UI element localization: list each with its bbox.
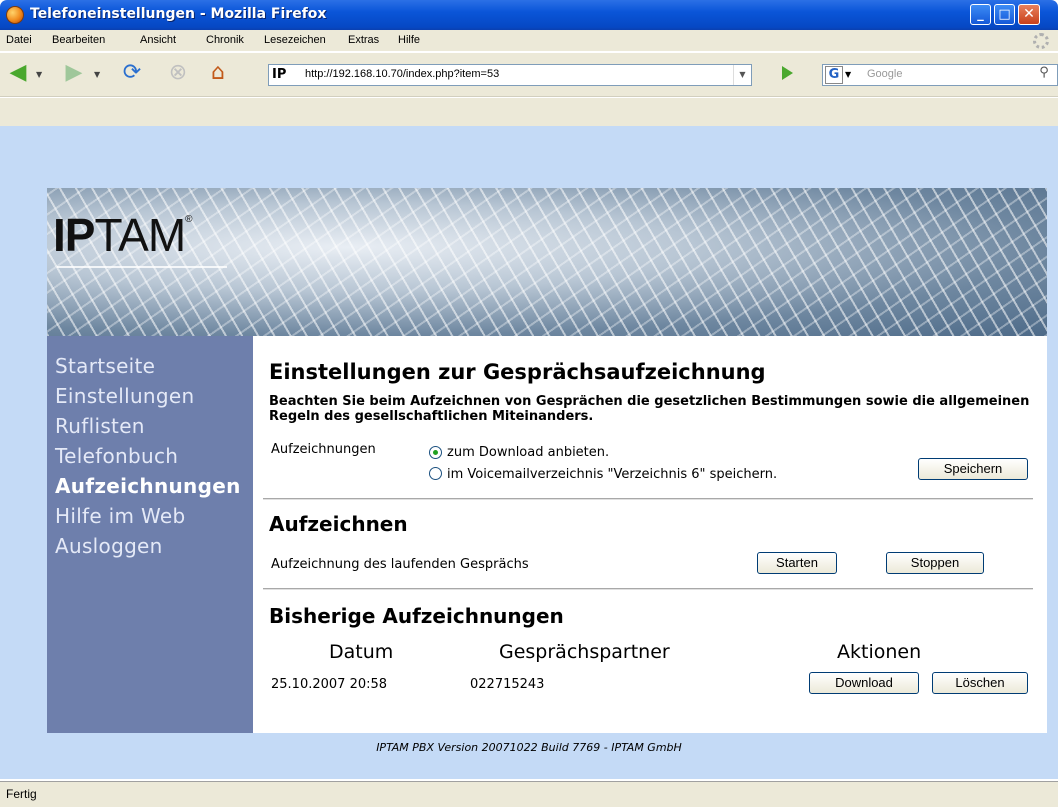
menu-bar: Datei Bearbeiten Ansicht Chronik Lesezei… (0, 30, 1058, 52)
record-heading: Aufzeichnen (269, 512, 408, 536)
row-partner: 022715243 (470, 677, 545, 692)
search-placeholder: Google (867, 68, 903, 80)
page-viewport: IPTAM® Startseite Einstellungen Rufliste… (0, 126, 1058, 779)
address-bar[interactable]: IP http://192.168.10.70/index.php?item=5… (268, 64, 752, 86)
window-title: Telefoneinstellungen - Mozilla Firefox (30, 6, 327, 22)
column-header-datum: Datum (329, 641, 394, 663)
firefox-icon (6, 6, 24, 24)
status-text: Fertig (6, 787, 37, 801)
page-title: Einstellungen zur Gesprächsaufzeichnung (269, 360, 766, 384)
divider (263, 498, 1033, 500)
forward-arrow-icon[interactable]: ▶ (60, 59, 88, 87)
search-magnifier-icon[interactable]: ⚲ (1033, 65, 1055, 85)
search-box[interactable]: G ▼ Google ⚲ (822, 64, 1058, 86)
radio-voicemail-label[interactable]: im Voicemailverzeichnis "Verzeichnis 6" … (447, 467, 777, 482)
sidebar-item-ausloggen[interactable]: Ausloggen (55, 534, 163, 558)
menu-ansicht[interactable]: Ansicht (140, 34, 176, 46)
menu-extras[interactable]: Extras (348, 34, 379, 46)
row-date: 25.10.2007 20:58 (271, 677, 388, 692)
google-engine-icon[interactable]: G (825, 66, 843, 84)
radio-voicemail[interactable] (429, 467, 442, 480)
forward-history-dropdown-icon[interactable]: ▼ (94, 70, 100, 79)
sidebar-item-hilfe-im-web[interactable]: Hilfe im Web (55, 504, 185, 528)
footer-version: IPTAM PBX Version 20071022 Build 7769 - … (376, 741, 682, 754)
close-button[interactable]: ✕ (1018, 4, 1040, 25)
window-titlebar: Telefoneinstellungen - Mozilla Firefox _… (0, 0, 1058, 30)
sidebar-item-startseite[interactable]: Startseite (55, 354, 155, 378)
header-banner: IPTAM® (47, 188, 1047, 336)
recordings-label: Aufzeichnungen (271, 442, 376, 457)
back-arrow-icon[interactable]: ◀ (4, 59, 32, 87)
column-header-partner: Gesprächspartner (499, 641, 670, 663)
minimize-button[interactable]: _ (970, 4, 991, 25)
menu-bearbeiten[interactable]: Bearbeiten (52, 34, 105, 46)
legal-note: Beachten Sie beim Aufzeichnen von Gesprä… (269, 394, 1030, 424)
throbber-icon (1033, 33, 1049, 49)
save-button[interactable]: Speichern (918, 458, 1028, 480)
divider (263, 588, 1033, 590)
back-history-dropdown-icon[interactable]: ▼ (36, 70, 42, 79)
engine-dropdown-icon[interactable]: ▼ (845, 70, 851, 79)
bookmarks-toolbar (0, 98, 1058, 126)
delete-button[interactable]: Löschen (932, 672, 1028, 694)
status-bar: Fertig (0, 781, 1058, 807)
iptam-logo: IPTAM® (53, 209, 193, 261)
reload-icon[interactable]: ⟳ (118, 59, 146, 87)
radio-download-label[interactable]: zum Download anbieten. (447, 445, 609, 460)
main-content: Einstellungen zur Gesprächsaufzeichnung … (253, 336, 1047, 733)
column-header-aktionen: Aktionen (837, 641, 922, 663)
maximize-button[interactable]: □ (994, 4, 1015, 25)
download-button[interactable]: Download (809, 672, 919, 694)
go-arrow-icon[interactable] (782, 66, 793, 80)
stop-button[interactable]: Stoppen (886, 552, 984, 574)
home-icon[interactable]: ⌂ (204, 59, 232, 87)
url-dropdown-icon[interactable]: ▼ (733, 65, 751, 85)
menu-chronik[interactable]: Chronik (206, 34, 244, 46)
sidebar-item-telefonbuch[interactable]: Telefonbuch (55, 444, 178, 468)
history-heading: Bisherige Aufzeichnungen (269, 604, 564, 628)
sidebar-item-einstellungen[interactable]: Einstellungen (55, 384, 194, 408)
menu-hilfe[interactable]: Hilfe (398, 34, 420, 46)
sidebar-item-ruflisten[interactable]: Ruflisten (55, 414, 145, 438)
logo-underline (57, 266, 227, 268)
record-label: Aufzeichnung des laufenden Gesprächs (271, 557, 529, 572)
site-favicon-icon: IP (272, 67, 287, 82)
radio-download[interactable] (429, 446, 442, 459)
url-text[interactable]: http://192.168.10.70/index.php?item=53 (305, 68, 499, 80)
stop-icon[interactable]: ⊗ (164, 59, 192, 87)
menu-datei[interactable]: Datei (6, 34, 32, 46)
sidebar: Startseite Einstellungen Ruflisten Telef… (47, 336, 253, 733)
start-button[interactable]: Starten (757, 552, 837, 574)
menu-lesezeichen[interactable]: Lesezeichen (264, 34, 326, 46)
sidebar-item-aufzeichnungen[interactable]: Aufzeichnungen (55, 474, 241, 498)
